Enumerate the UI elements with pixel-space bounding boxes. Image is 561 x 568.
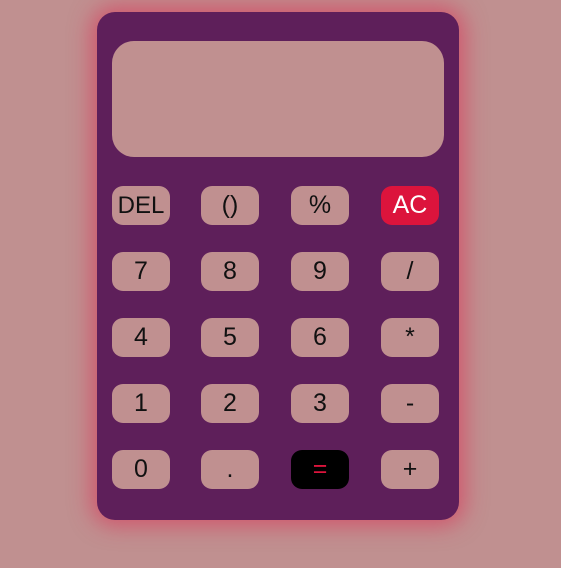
multiply-button[interactable]: * xyxy=(381,318,439,357)
decimal-point-button[interactable]: . xyxy=(201,450,259,489)
delete-button[interactable]: DEL xyxy=(112,186,170,225)
digit-4-button[interactable]: 4 xyxy=(112,318,170,357)
calculator-display xyxy=(112,41,444,157)
digit-9-button[interactable]: 9 xyxy=(291,252,349,291)
digit-7-button[interactable]: 7 xyxy=(112,252,170,291)
calculator: DEL () % AC 7 8 9 / 4 5 6 * 1 2 3 - 0 . … xyxy=(97,12,459,520)
digit-6-button[interactable]: 6 xyxy=(291,318,349,357)
percent-button[interactable]: % xyxy=(291,186,349,225)
digit-1-button[interactable]: 1 xyxy=(112,384,170,423)
minus-button[interactable]: - xyxy=(381,384,439,423)
parentheses-button[interactable]: () xyxy=(201,186,259,225)
digit-3-button[interactable]: 3 xyxy=(291,384,349,423)
digit-5-button[interactable]: 5 xyxy=(201,318,259,357)
equals-button[interactable]: = xyxy=(291,450,349,489)
digit-2-button[interactable]: 2 xyxy=(201,384,259,423)
digit-0-button[interactable]: 0 xyxy=(112,450,170,489)
all-clear-button[interactable]: AC xyxy=(381,186,439,225)
plus-button[interactable]: + xyxy=(381,450,439,489)
digit-8-button[interactable]: 8 xyxy=(201,252,259,291)
divide-button[interactable]: / xyxy=(381,252,439,291)
